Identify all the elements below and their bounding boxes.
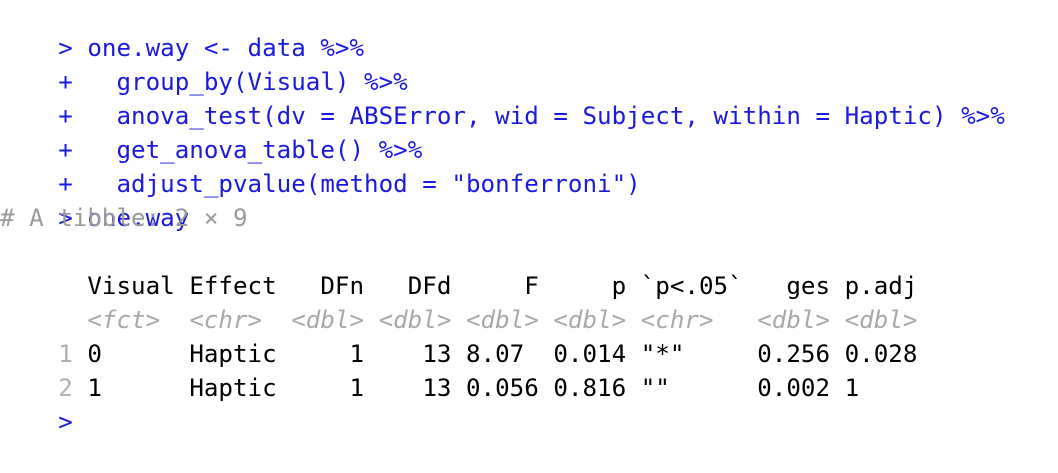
console-command-line: > one.way <- data %>% xyxy=(0,0,364,62)
table-cell: 1 xyxy=(349,374,365,402)
table-type-row: <fct> <chr> <dbl> <dbl> <dbl> <dbl> <chr… xyxy=(0,269,917,334)
tibble-comment: # A tibble: 2 × 9 xyxy=(0,204,248,232)
table-cell: 1 xyxy=(844,374,860,402)
table-cell: "" xyxy=(640,374,670,402)
console-command-line: > one.way xyxy=(0,167,189,232)
prompt-symbol: > xyxy=(58,408,73,436)
console-input-line[interactable]: > xyxy=(0,371,73,436)
console-continuation-line: + group_by(Visual) %>% xyxy=(0,31,408,96)
table-cell: 1 xyxy=(87,374,102,402)
console-continuation-line: + adjust_pvalue(method = "bonferroni") xyxy=(0,133,641,198)
table-row: 1 0 Haptic 1 13 8.07 0.014 "*" 0.256 0.0… xyxy=(0,303,917,368)
table-cell: 0.002 xyxy=(757,374,831,402)
table-cell: 13 xyxy=(422,374,452,402)
table-cell: 0.056 xyxy=(466,374,539,402)
table-cell: Haptic xyxy=(189,374,277,402)
table-header-row: Visual Effect DFn DFd F p `p<.05` ges p.… xyxy=(0,235,917,300)
console-continuation-line: + anova_test(dv = ABSError, wid = Subjec… xyxy=(0,65,1005,130)
r-console[interactable]: > one.way <- data %>% + group_by(Visual)… xyxy=(0,0,1058,436)
table-cell: 0.816 xyxy=(553,374,627,402)
console-continuation-line: + get_anova_table() %>% xyxy=(0,99,422,164)
table-row: 2 1 Haptic 1 13 0.056 0.816 "" 0.002 1 xyxy=(0,337,859,402)
